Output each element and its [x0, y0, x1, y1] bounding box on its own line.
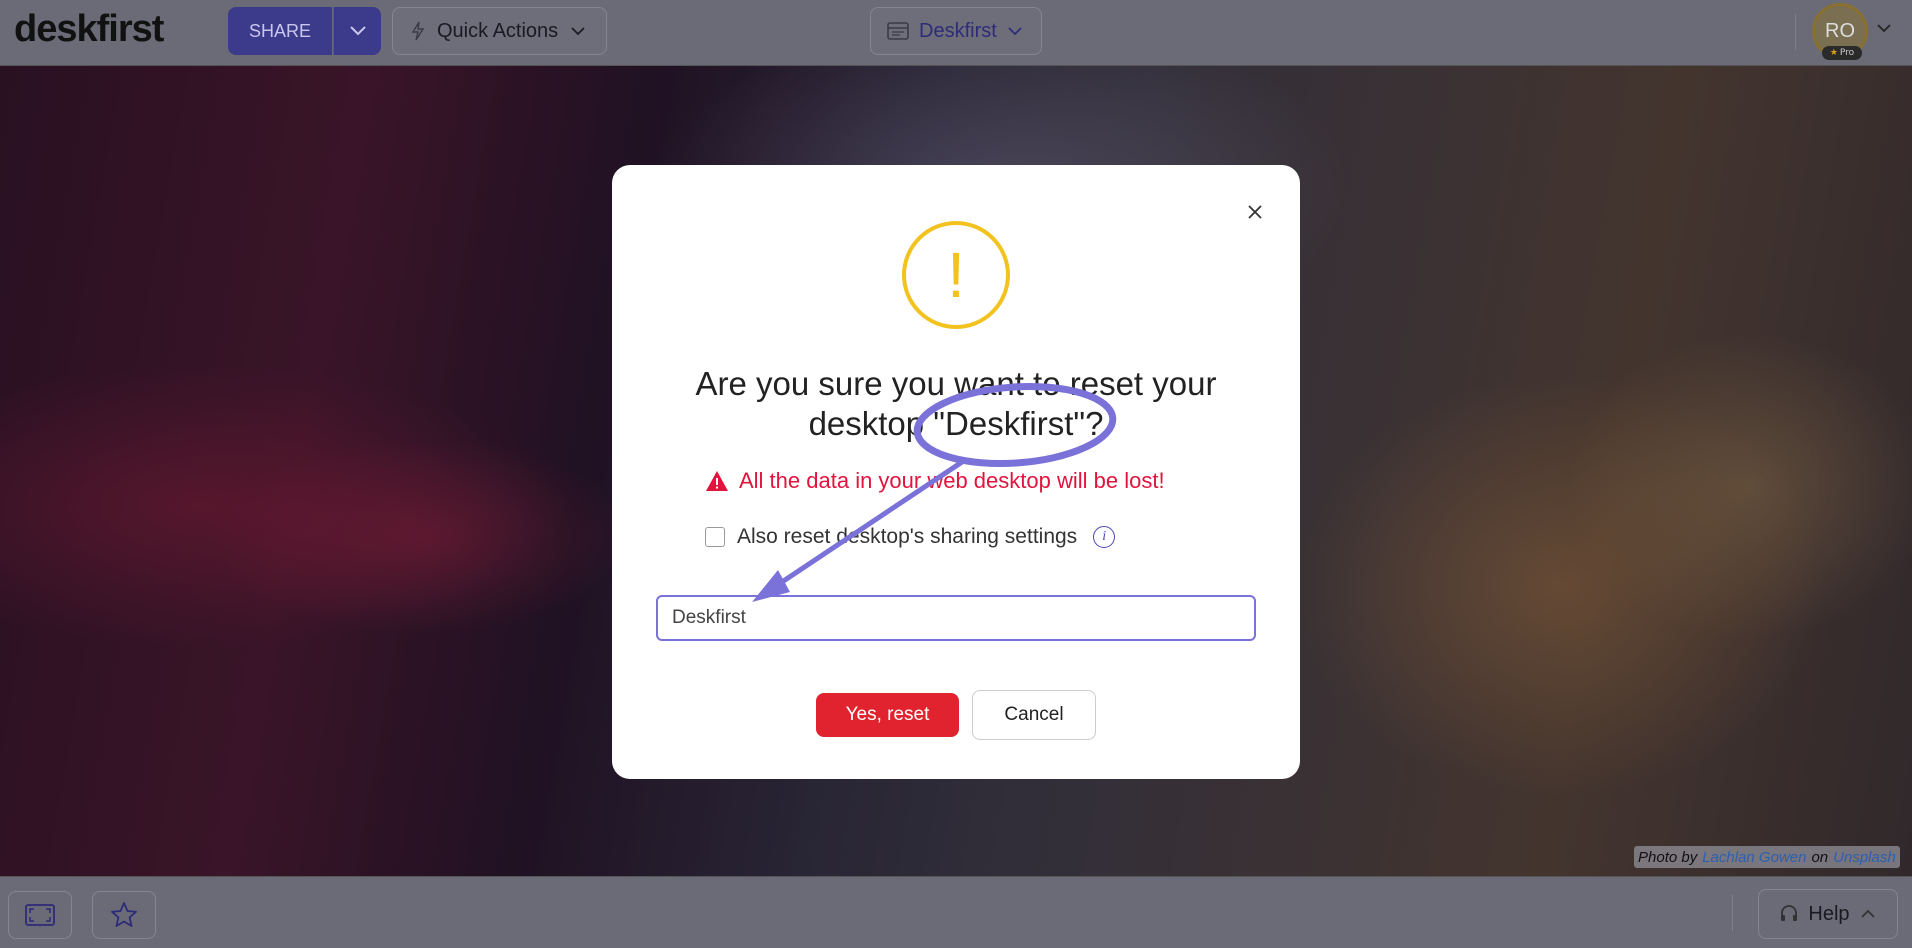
star-icon: ★	[1829, 48, 1838, 58]
dialog-title: Are you sure you want to reset your desk…	[660, 364, 1252, 444]
close-button[interactable]	[1243, 200, 1267, 224]
cancel-button[interactable]: Cancel	[972, 690, 1096, 740]
reset-sharing-label: Also reset desktop's sharing settings	[737, 525, 1078, 548]
reset-sharing-checkbox[interactable]	[705, 527, 725, 547]
data-loss-warning: All the data in your web desktop will be…	[705, 466, 1225, 496]
warning-icon: !	[902, 221, 1010, 329]
desktop-selector-label: Deskfirst	[919, 19, 997, 42]
pro-badge: ★ Pro	[1822, 46, 1862, 60]
quick-actions-label: Quick Actions	[437, 19, 559, 42]
pro-badge-label: Pro	[1839, 48, 1855, 58]
chevron-down-icon	[1008, 27, 1022, 36]
photo-credit: Photo by Lachlan Gowen on Unsplash	[1634, 846, 1900, 868]
quick-actions-button[interactable]: Quick Actions	[392, 7, 607, 55]
bottom-bar: Help	[0, 876, 1912, 948]
share-button[interactable]: SHARE	[228, 7, 332, 55]
desktop-selector[interactable]: Deskfirst	[870, 7, 1042, 55]
help-label: Help	[1808, 902, 1850, 925]
favorites-button[interactable]	[92, 891, 156, 939]
credit-prefix: Photo by	[1638, 848, 1698, 866]
share-dropdown-button[interactable]	[333, 7, 381, 55]
headset-icon	[1781, 905, 1798, 921]
info-icon[interactable]: i	[1093, 526, 1116, 548]
credit-site-link[interactable]: Unsplash	[1833, 849, 1896, 866]
alert-triangle-icon	[706, 471, 728, 491]
fullscreen-icon	[25, 904, 55, 926]
chevron-down-icon	[1877, 24, 1891, 33]
chevron-up-icon	[1860, 909, 1875, 918]
star-icon	[111, 902, 137, 927]
confirm-reset-button[interactable]: Yes, reset	[816, 693, 959, 737]
lightning-icon	[411, 21, 425, 41]
warning-text: All the data in your web desktop will be…	[739, 468, 1165, 493]
dialog-title-line2: desktop "Deskfirst"?	[808, 405, 1104, 442]
fullscreen-button[interactable]	[8, 891, 72, 939]
top-bar: deskfirst SHARE Quick Actions Deskfirst …	[0, 0, 1912, 66]
help-button[interactable]: Help	[1758, 889, 1898, 939]
desktop-icon	[887, 22, 909, 40]
divider	[1795, 14, 1796, 50]
reset-sharing-option: Also reset desktop's sharing settings i	[705, 522, 1116, 552]
desktop-name-input[interactable]	[656, 595, 1256, 641]
dialog-title-line1: Are you sure you want to reset your	[695, 365, 1217, 402]
chevron-down-icon	[349, 26, 366, 36]
close-icon	[1248, 205, 1262, 219]
account-menu-button[interactable]	[1876, 18, 1892, 37]
credit-author-link[interactable]: Lachlan Gowen	[1702, 849, 1806, 866]
logo: deskfirst	[14, 8, 164, 50]
credit-on: on	[1811, 848, 1829, 866]
divider	[1732, 895, 1733, 931]
chevron-down-icon	[571, 27, 585, 36]
